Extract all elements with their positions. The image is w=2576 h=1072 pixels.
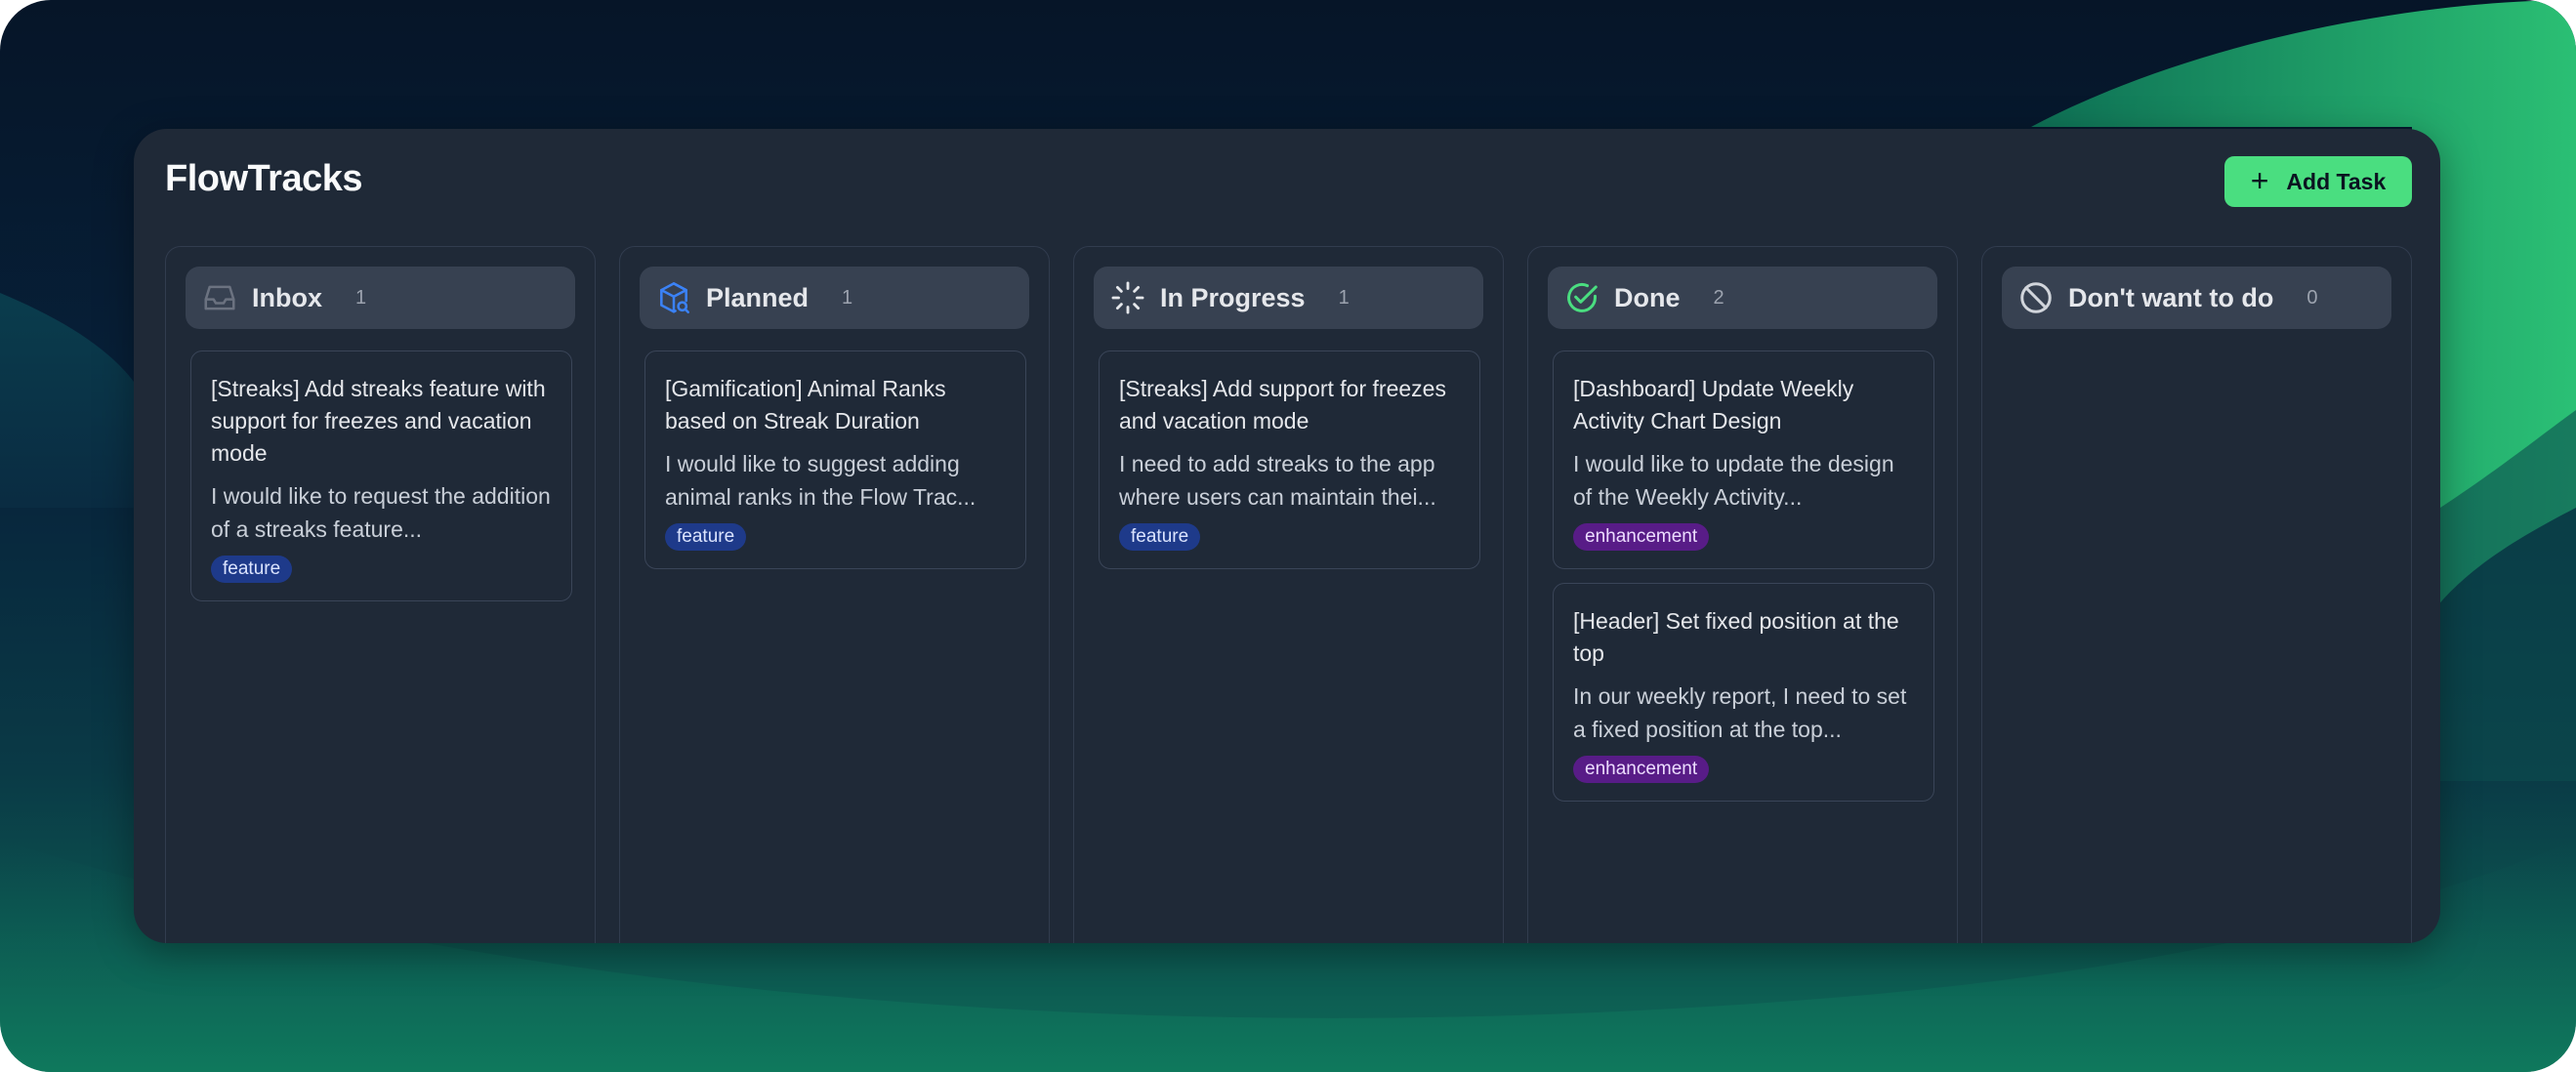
tag-badge: enhancement (1573, 523, 1710, 551)
column-dont-want-to-do: Don't want to do 0 (1981, 246, 2412, 943)
column-in-progress: In Progress 1 [Streaks] Add support for … (1073, 246, 1504, 943)
card-title: [Dashboard] Update Weekly Activity Chart… (1573, 376, 1854, 433)
column-count: 1 (1338, 286, 1350, 309)
card-description: I need to add streaks to the app where u… (1119, 451, 1436, 510)
card-description: I would like to suggest adding animal ra… (665, 451, 976, 510)
tag-badge: feature (665, 523, 747, 551)
app-title: FlowTracks (165, 158, 362, 199)
task-card[interactable]: [Streaks] Add support for freezes and va… (1099, 350, 1480, 569)
loader-icon (1109, 279, 1146, 316)
column-planned: Planned 1 [Gamification] Animal Ranks ba… (619, 246, 1050, 943)
column-title: In Progress (1160, 282, 1306, 312)
tag-badge: feature (1119, 523, 1201, 551)
column-header[interactable]: Planned 1 (640, 267, 1029, 329)
column-title: Inbox (252, 282, 322, 312)
card-title: [Streaks] Add streaks feature with suppo… (211, 376, 546, 466)
column-title: Done (1614, 282, 1681, 312)
column-count: 2 (1713, 286, 1724, 309)
add-task-button[interactable]: + Add Task (2224, 156, 2412, 207)
task-card[interactable]: [Dashboard] Update Weekly Activity Chart… (1553, 350, 1934, 569)
column-header[interactable]: In Progress 1 (1094, 267, 1483, 329)
column-count: 0 (2306, 286, 2318, 309)
inbox-icon (201, 279, 238, 316)
task-card[interactable]: [Header] Set fixed position at the top I… (1553, 583, 1934, 802)
task-card[interactable]: [Streaks] Add streaks feature with suppo… (190, 350, 572, 601)
card-title: [Streaks] Add support for freezes and va… (1119, 376, 1446, 433)
tag-badge: enhancement (1573, 756, 1710, 783)
box-search-icon (655, 279, 692, 316)
column-title: Don't want to do (2068, 282, 2274, 312)
column-count: 1 (842, 286, 853, 309)
card-description: In our weekly report, I need to set a fi… (1573, 683, 1907, 742)
column-header[interactable]: Don't want to do 0 (2002, 267, 2391, 329)
task-card[interactable]: [Gamification] Animal Ranks based on Str… (644, 350, 1026, 569)
add-task-label: Add Task (2286, 168, 2387, 194)
check-circle-icon (1563, 279, 1600, 316)
card-description: I would like to update the design of the… (1573, 451, 1894, 510)
kanban-board: Inbox 1 [Streaks] Add streaks feature wi… (165, 246, 2412, 943)
column-done: Done 2 [Dashboard] Update Weekly Activit… (1527, 246, 1958, 943)
column-title: Planned (706, 282, 810, 312)
app-window: FlowTracks + Add Task Inbox 1 [Streaks] … (134, 129, 2440, 943)
column-count: 1 (355, 286, 367, 309)
ban-icon (2017, 279, 2055, 316)
column-header[interactable]: Inbox 1 (186, 267, 575, 329)
column-inbox: Inbox 1 [Streaks] Add streaks feature wi… (165, 246, 596, 943)
tag-badge: feature (211, 556, 293, 583)
column-header[interactable]: Done 2 (1548, 267, 1937, 329)
card-title: [Header] Set fixed position at the top (1573, 608, 1899, 666)
plus-icon: + (2250, 162, 2269, 198)
card-description: I would like to request the addition of … (211, 483, 551, 542)
card-title: [Gamification] Animal Ranks based on Str… (665, 376, 946, 433)
